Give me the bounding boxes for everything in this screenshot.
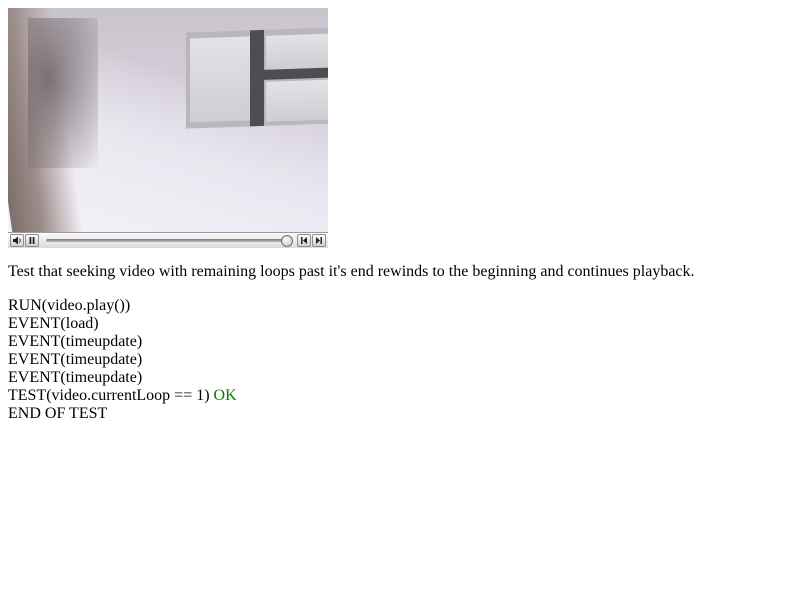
log-line-text: EVENT(load) (8, 315, 99, 332)
log-line-text: EVENT(timeupdate) (8, 369, 143, 386)
window-pane-left (190, 36, 250, 123)
log-line: EVENT(timeupdate) (8, 333, 792, 351)
video-frame-dark-area (28, 18, 98, 168)
window-frame-crossbar (264, 67, 328, 80)
log-line: EVENT(timeupdate) (8, 369, 792, 387)
test-description: Test that seeking video with remaining l… (8, 263, 695, 280)
window-pane-bottom-right (266, 79, 328, 122)
video-frame-window (186, 27, 328, 129)
pause-icon (29, 237, 35, 244)
rewind-icon (301, 237, 307, 244)
log-line: RUN(video.play()) (8, 297, 792, 315)
log-line: END OF TEST (8, 405, 792, 423)
video-player[interactable] (8, 8, 328, 248)
test-console-log: RUN(video.play()) EVENT(load) EVENT(timeup… (8, 297, 792, 423)
video-frame[interactable] (8, 8, 328, 232)
window-frame-bar (250, 29, 264, 127)
log-line: EVENT(timeupdate) (8, 351, 792, 369)
log-status-ok: OK (213, 387, 237, 404)
play-pause-button[interactable] (25, 234, 39, 247)
fast-forward-icon (316, 237, 322, 244)
speaker-icon (13, 236, 21, 245)
log-line: EVENT(load) (8, 315, 792, 333)
seek-back-button[interactable] (297, 234, 311, 247)
log-line: TEST(video.currentLoop == 1) OK (8, 387, 792, 405)
seek-forward-button[interactable] (312, 234, 326, 247)
video-controls-bar (8, 232, 328, 248)
scrubber-knob[interactable] (281, 235, 294, 247)
log-line-text: TEST(video.currentLoop == 1) (8, 387, 210, 404)
log-line-text: RUN(video.play()) (8, 297, 131, 314)
scrubber-track[interactable] (46, 239, 292, 242)
log-line-text: END OF TEST (8, 405, 108, 422)
mute-button[interactable] (10, 234, 24, 247)
log-line-text: EVENT(timeupdate) (8, 351, 143, 368)
log-line-text: EVENT(timeupdate) (8, 333, 143, 350)
window-pane-top-right (266, 33, 328, 70)
